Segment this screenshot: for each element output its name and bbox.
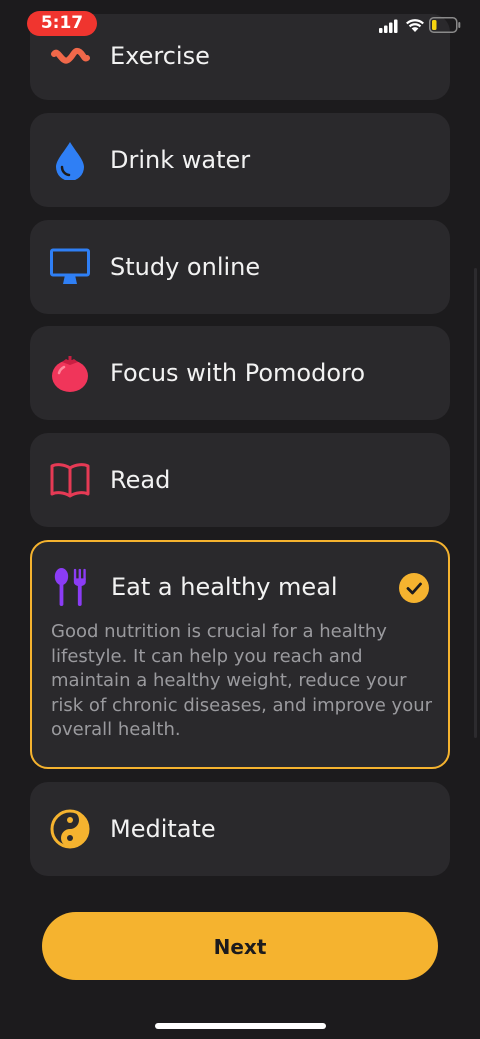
habit-label: Focus with Pomodoro	[110, 359, 366, 387]
scrollbar[interactable]	[474, 268, 477, 738]
tomato-icon	[52, 356, 88, 392]
habit-label: Meditate	[110, 815, 216, 843]
habit-card-eat-healthy-meal[interactable]: Eat a healthy meal Good nutrition is cru…	[30, 540, 450, 769]
water-drop-icon	[56, 142, 84, 180]
battery-icon	[429, 17, 461, 33]
habit-card-study-online[interactable]: Study online	[30, 220, 450, 314]
habit-label: Study online	[110, 253, 261, 281]
habit-label: Eat a healthy meal	[111, 573, 338, 601]
next-button[interactable]: Next	[42, 912, 438, 980]
habit-card-read[interactable]: Read	[30, 433, 450, 527]
habit-card-meditate[interactable]: Meditate	[30, 782, 450, 876]
checkmark-icon	[399, 573, 429, 603]
yin-yang-icon	[50, 809, 90, 849]
monitor-icon	[50, 248, 90, 284]
spoon-fork-icon	[54, 567, 86, 607]
home-indicator[interactable]	[155, 1023, 326, 1029]
status-time: 5:17	[27, 11, 97, 36]
habit-card-focus-pomodoro[interactable]: Focus with Pomodoro	[30, 326, 450, 420]
habit-card-drink-water[interactable]: Drink water	[30, 113, 450, 207]
habit-label: Drink water	[110, 146, 251, 174]
habit-description: Good nutrition is crucial for a healthy …	[51, 621, 433, 740]
exercise-squiggle-icon	[51, 48, 90, 64]
status-bar: 5:17	[0, 0, 480, 50]
habit-label: Read	[110, 466, 171, 494]
open-book-icon	[50, 463, 90, 498]
wifi-icon	[406, 19, 424, 32]
signal-icon	[379, 19, 398, 33]
